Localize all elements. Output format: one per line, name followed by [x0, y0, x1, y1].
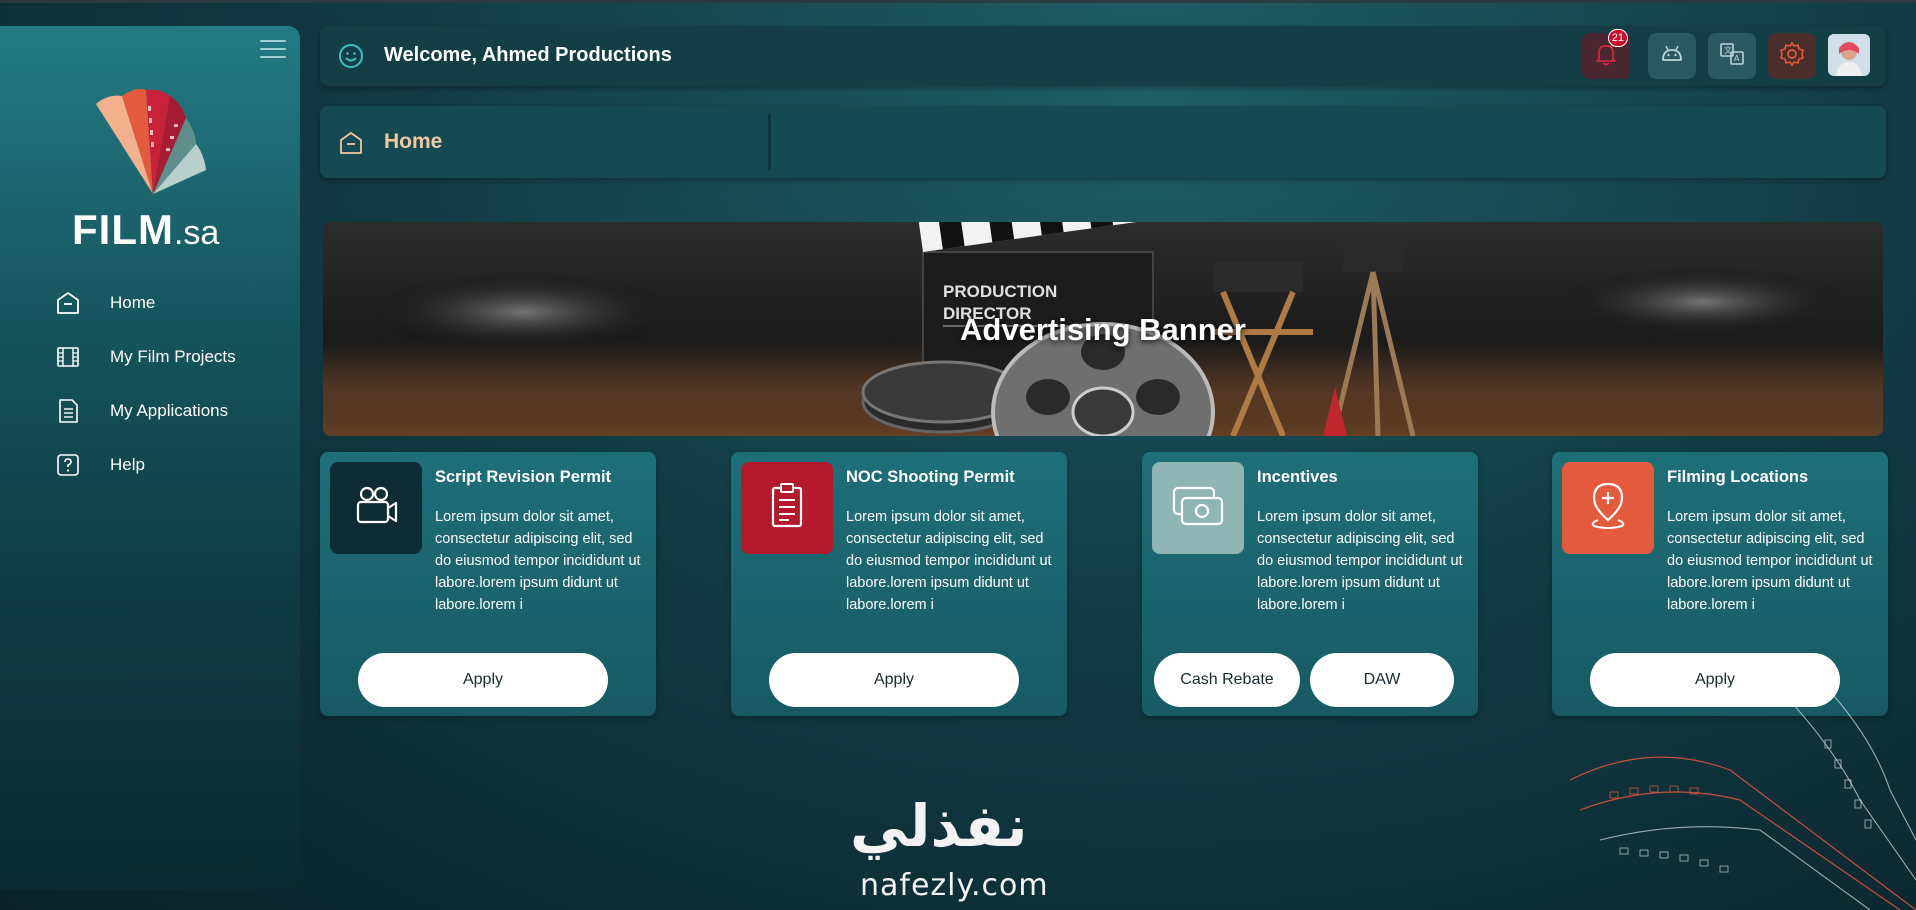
- card-icon-box: [330, 462, 422, 554]
- breadcrumb: Home: [320, 106, 1886, 178]
- film-sa-logo: FILM.sa: [72, 206, 220, 253]
- sidebar-item-home[interactable]: Home: [54, 276, 284, 330]
- camera-icon: [352, 482, 400, 534]
- android-app-button[interactable]: [1648, 33, 1696, 79]
- card-icon-box: [741, 462, 833, 554]
- top-edge: [0, 0, 1916, 3]
- nafezly-latin-logo: nafezly.com: [860, 868, 1049, 903]
- card-description: Lorem ipsum dolor sit amet, consectetur …: [1257, 509, 1463, 613]
- sidebar-item-label: Help: [110, 455, 145, 474]
- sidebar-item-label: Home: [110, 293, 156, 312]
- card-title: Script Revision Permit: [435, 468, 612, 486]
- banner-title: Advertising Banner: [960, 312, 1246, 347]
- translate-icon: 文A: [1718, 40, 1746, 72]
- sidebar-nav: Home My Film Projects My Applications He…: [54, 276, 284, 492]
- clapper-text: PRODUCTION: [943, 282, 1057, 301]
- card-icon-box: [1562, 462, 1654, 554]
- film-icon: [54, 343, 82, 371]
- home-icon: [338, 130, 364, 160]
- top-header: Welcome, Ahmed Productions 21 文A: [320, 26, 1886, 86]
- card-script-revision-permit: Script Revision Permit Lorem ipsum dolor…: [320, 452, 656, 716]
- film-logo-icon: [96, 88, 206, 194]
- card-description: Lorem ipsum dolor sit amet, consectetur …: [1667, 509, 1873, 613]
- settings-icon: [1778, 40, 1806, 72]
- language-button[interactable]: 文A: [1708, 33, 1756, 79]
- card-title: Incentives: [1257, 468, 1338, 486]
- sidebar-item-label: My Film Projects: [110, 347, 236, 366]
- sidebar-item-my-applications[interactable]: My Applications: [54, 384, 284, 438]
- notification-count-badge: 21: [1607, 29, 1628, 47]
- card-noc-shooting-permit: NOC Shooting Permit Lorem ipsum dolor si…: [731, 452, 1067, 716]
- card-icon-box: [1152, 462, 1244, 554]
- card-title: NOC Shooting Permit: [846, 468, 1015, 486]
- clipboard-icon: [765, 482, 809, 534]
- document-icon: [54, 397, 82, 425]
- apply-button[interactable]: Apply: [358, 653, 608, 707]
- breadcrumb-divider: [768, 114, 771, 170]
- user-avatar[interactable]: [1828, 34, 1870, 76]
- android-icon: [1658, 40, 1686, 72]
- help-icon: [54, 451, 82, 479]
- card-filming-locations: Filming Locations Lorem ipsum dolor sit …: [1552, 452, 1888, 716]
- film-strip-decoration: [1570, 680, 1916, 910]
- page-title: Home: [384, 130, 443, 153]
- menu-toggle-icon[interactable]: [260, 40, 286, 62]
- svg-text:文: 文: [1724, 45, 1732, 55]
- nafezly-arabic-logo: نفذلي: [850, 792, 1028, 860]
- card-description: Lorem ipsum dolor sit amet, consectetur …: [846, 509, 1052, 613]
- welcome-message: Welcome, Ahmed Productions: [384, 44, 672, 66]
- card-description: Lorem ipsum dolor sit amet, consectetur …: [435, 509, 641, 613]
- daw-button[interactable]: DAW: [1310, 653, 1454, 707]
- cash-rebate-button[interactable]: Cash Rebate: [1154, 653, 1300, 707]
- home-icon: [54, 289, 82, 317]
- sidebar-item-label: My Applications: [110, 401, 229, 420]
- sidebar-item-help[interactable]: Help: [54, 438, 284, 492]
- card-incentives: Incentives Lorem ipsum dolor sit amet, c…: [1142, 452, 1478, 716]
- notifications-button[interactable]: 21: [1582, 29, 1630, 79]
- sidebar-item-my-film-projects[interactable]: My Film Projects: [54, 330, 284, 384]
- card-title: Filming Locations: [1667, 468, 1809, 486]
- location-pin-icon: [1584, 480, 1632, 536]
- apply-button[interactable]: Apply: [769, 653, 1019, 707]
- advertising-banner[interactable]: PRODUCTION DIRECTOR Advertising Banner: [323, 222, 1883, 436]
- sidebar: FILM.sa Home My Film Projects My Applica…: [0, 26, 300, 890]
- svg-text:A: A: [1734, 54, 1740, 63]
- money-icon: [1170, 482, 1226, 534]
- settings-button[interactable]: [1768, 33, 1816, 79]
- smile-icon: [338, 43, 364, 73]
